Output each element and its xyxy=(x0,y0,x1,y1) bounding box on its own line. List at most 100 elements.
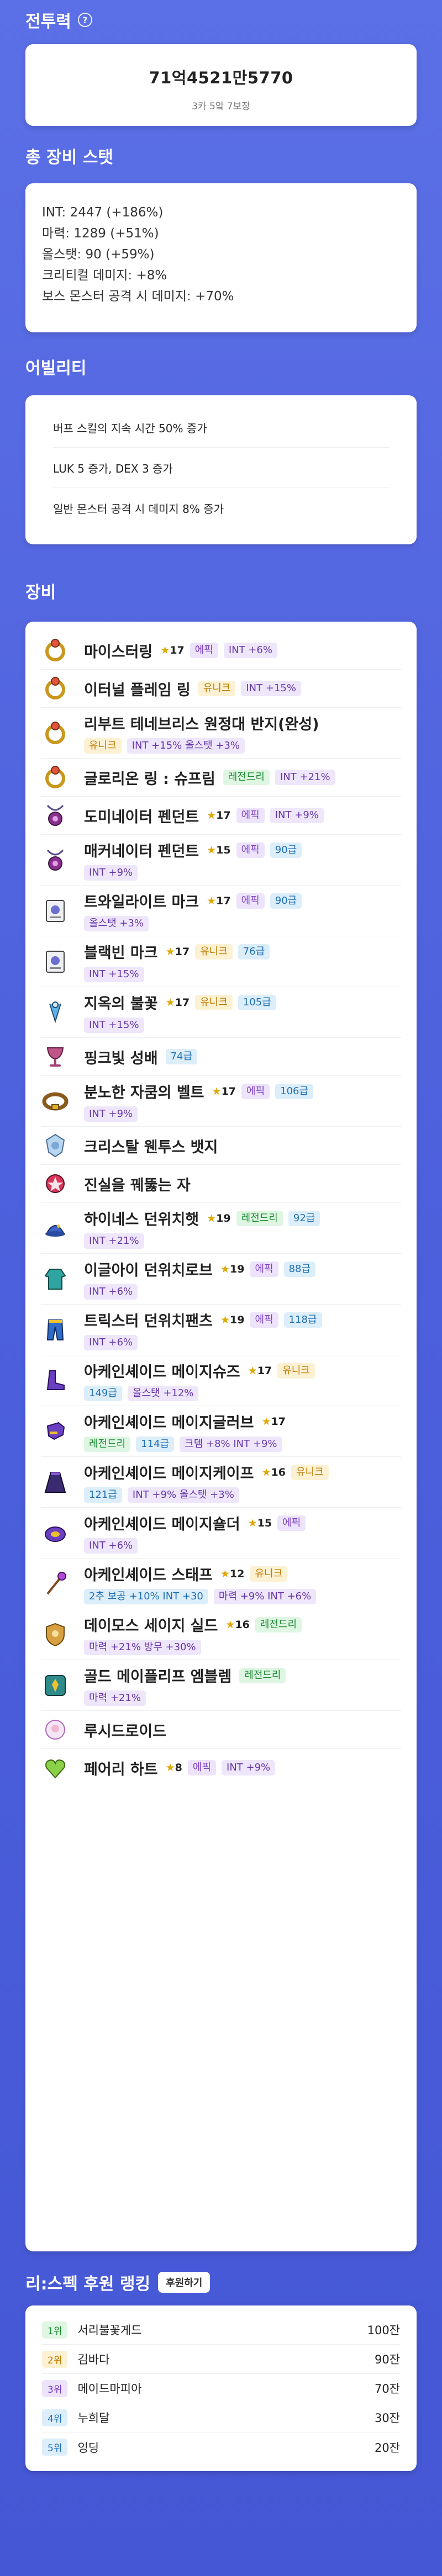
equipment-tag: INT +6% xyxy=(84,1538,138,1554)
equipment-name: 도미네이터 펜던트 xyxy=(84,808,199,826)
equipment-info: 크리스탈 웬투스 뱃지 xyxy=(84,1135,401,1157)
equipment-row[interactable]: 이터널 플레임 링 유니크 INT +15% xyxy=(41,670,401,708)
equipment-tag: INT +6% xyxy=(84,1284,138,1300)
equipment-row[interactable]: 페어리 하트 ★8 에픽 INT +9% xyxy=(41,1749,401,1787)
equipment-tag: 마력 +21% 방무 +30% xyxy=(84,1640,201,1655)
mark-icon xyxy=(41,897,70,925)
equipment-tag: 유니크 xyxy=(195,944,233,960)
equipment-line: 크리스탈 웬투스 뱃지 xyxy=(84,1135,401,1157)
stats-title: 총 장비 스탯 xyxy=(25,148,113,167)
equipment-name: 골드 메이플리프 엠블렘 xyxy=(84,1668,232,1685)
rank-amount: 100잔 xyxy=(367,2324,400,2337)
equipment-line: 리부트 테네브리스 원정대 반지(완성) xyxy=(84,712,401,734)
equipment-row[interactable]: 분노한 자쿰의 벨트 ★17 에픽 106급 INT +9% xyxy=(41,1076,401,1127)
equipment-name: 아케인셰이드 메이지케이프 xyxy=(84,1465,254,1482)
starforce: ★12 xyxy=(220,1568,245,1580)
equipment-row[interactable]: 아케인셰이드 메이지케이프 ★16 유니크 121급 INT +9% 올스탯 +3% xyxy=(41,1457,401,1508)
star-value: 17 xyxy=(175,945,190,958)
equipment-row[interactable]: 리부트 테네브리스 원정대 반지(완성) 유니크 INT +15% 올스탯 +3% xyxy=(41,708,401,759)
equipment-row[interactable]: 하이네스 던위치햇 ★19 레전드리 92급 INT +21% xyxy=(41,1203,401,1254)
equipment-line: 마력 +21% 방무 +30% xyxy=(84,1640,401,1655)
equipment-line: 2추 보공 +10% INT +30 마력 +9% INT +6% xyxy=(84,1589,401,1604)
equipment-row[interactable]: 트와일라이트 마크 ★17 에픽 90급 올스탯 +3% xyxy=(41,886,401,936)
ability-line: 일반 몬스터 공격 시 데미지 8% 증가 xyxy=(53,502,224,516)
equipment-row[interactable]: 매커네이터 펜던트 ★15 에픽 90급 INT +9% xyxy=(41,835,401,886)
equipment-line: INT +15% xyxy=(84,967,401,982)
help-icon[interactable]: ? xyxy=(77,13,92,27)
equipment-tag: INT +9% xyxy=(84,1106,138,1122)
star-icon: ★ xyxy=(207,894,217,907)
stat-line: 마력: 1289 (+51%) xyxy=(42,226,159,241)
star-value: 19 xyxy=(230,1313,245,1326)
equipment-name: 하이네스 던위치햇 xyxy=(84,1211,199,1228)
equipment-tag: INT +21% xyxy=(275,770,335,785)
pendant-icon xyxy=(41,846,70,874)
equipment-line: 분노한 자쿰의 벨트 ★17 에픽 106급 xyxy=(84,1080,401,1102)
equipment-tag: 에픽 xyxy=(250,1261,278,1277)
equipment-line: 레전드리 114급 크뎀 +8% INT +9% xyxy=(84,1437,401,1452)
equipment-row[interactable]: 마이스터링 ★17 에픽 INT +6% xyxy=(41,632,401,670)
equipment-line: 루시드로이드 xyxy=(84,1719,401,1741)
equipment-row[interactable]: 골드 메이플리프 엠블렘 레전드리 마력 +21% xyxy=(41,1660,401,1711)
equipment-line: 하이네스 던위치햇 ★19 레전드리 92급 xyxy=(84,1207,401,1229)
equipment-line: 아케인셰이드 스태프 ★12 유니크 xyxy=(84,1563,401,1584)
equipment-tag: 레전드리 xyxy=(84,1437,131,1452)
equipment-tag: 90급 xyxy=(270,842,302,858)
equipment-row[interactable]: 트릭스터 던위치팬츠 ★19 에픽 118급 INT +6% xyxy=(41,1305,401,1355)
star-value: 16 xyxy=(235,1618,250,1631)
support-button[interactable]: 후원하기 xyxy=(158,2272,211,2293)
equipment-row[interactable]: 도미네이터 펜던트 ★17 에픽 INT +9% xyxy=(41,797,401,835)
equipment-info: 핑크빛 성배 74급 xyxy=(84,1046,401,1068)
equipment-line: 핑크빛 성배 74급 xyxy=(84,1046,401,1068)
ability-section: 어빌리티 버프 스킬의 지속 시간 50% 증가 LUK 5 증가, DEX 3… xyxy=(25,354,417,544)
equipment-row[interactable]: 아케인셰이드 메이지숄더 ★15 에픽 INT +6% xyxy=(41,1508,401,1559)
equipment-row[interactable]: 루시드로이드 xyxy=(41,1711,401,1749)
equipment-info: 아케인셰이드 메이지숄더 ★15 에픽 INT +6% xyxy=(84,1512,401,1554)
equipment-line: 페어리 하트 ★8 에픽 INT +9% xyxy=(84,1757,401,1779)
equipment-row[interactable]: 아케인셰이드 스태프 ★12 유니크 2추 보공 +10% INT +30 마력 +9%… xyxy=(41,1559,401,1609)
star-icon: ★ xyxy=(207,844,217,856)
equipment-row[interactable]: 데이모스 세이지 실드 ★16 레전드리 마력 +21% 방무 +30% xyxy=(41,1609,401,1660)
belt-icon xyxy=(41,1087,70,1116)
equipment-info: 아케인셰이드 메이지슈즈 ★17 유니크 149급 올스탯 +12% xyxy=(84,1360,401,1401)
equipment-tag: 에픽 xyxy=(236,842,265,858)
hat-icon xyxy=(41,1214,70,1243)
equipment-title: 장비 xyxy=(25,583,56,602)
equipment-row[interactable]: 크리스탈 웬투스 뱃지 xyxy=(41,1127,401,1165)
equipment-row[interactable]: 이글아이 던위치로브 ★19 에픽 88급 INT +6% xyxy=(41,1254,401,1305)
equipment-tag: 92급 xyxy=(288,1210,320,1226)
equipment-row[interactable]: 핑크빛 성배 74급 xyxy=(41,1038,401,1076)
equipment-line: 마력 +21% xyxy=(84,1690,401,1706)
equipment-name: 글로리온 링 : 슈프림 xyxy=(84,770,215,788)
equipment-name: 이글아이 던위치로브 xyxy=(84,1262,213,1279)
equipment-row[interactable]: 아케인셰이드 메이지슈즈 ★17 유니크 149급 올스탯 +12% xyxy=(41,1355,401,1406)
star-value: 8 xyxy=(175,1762,182,1774)
equipment-row[interactable]: 지옥의 불꽃 ★17 유니크 105급 INT +15% xyxy=(41,987,401,1038)
equipment-row[interactable]: 아케인셰이드 메이지글러브 ★17 레전드리 114급 크뎀 +8% INT +9% xyxy=(41,1406,401,1457)
stat-line: INT: 2447 (+186%) xyxy=(42,205,164,220)
mark-icon xyxy=(41,947,70,976)
equipment-line: INT +6% xyxy=(84,1335,401,1350)
ranking-row: 4위 누희달 30잔 xyxy=(42,2403,400,2432)
star-value: 17 xyxy=(271,1415,286,1428)
shoulder-icon xyxy=(41,1519,70,1547)
equipment-line: 트릭스터 던위치팬츠 ★19 에픽 118급 xyxy=(84,1309,401,1331)
equipment-row[interactable]: 글로리온 링 : 슈프림 레전드리 INT +21% xyxy=(41,759,401,797)
chalice-icon xyxy=(41,1042,70,1071)
equipment-tag: INT +6% xyxy=(84,1335,138,1350)
equipment-info: 진실을 꿰뚫는 자 xyxy=(84,1173,401,1195)
equipment-name: 매커네이터 펜던트 xyxy=(84,843,199,860)
equipment-row[interactable]: 진실을 꿰뚫는 자 xyxy=(41,1165,401,1203)
star-value: 19 xyxy=(216,1212,231,1225)
equipment-info: 트릭스터 던위치팬츠 ★19 에픽 118급 INT +6% xyxy=(84,1309,401,1350)
ability-line: LUK 5 증가, DEX 3 증가 xyxy=(53,448,389,488)
equipment-tag: 76급 xyxy=(238,944,270,960)
equipment-line: 올스탯 +3% xyxy=(84,916,401,931)
ability-title: 어빌리티 xyxy=(25,359,87,378)
equipment-row[interactable]: 블랙빈 마크 ★17 유니크 76급 INT +15% xyxy=(41,936,401,987)
ranking-header: 리:스펙 후원 랭킹 후원하기 xyxy=(25,2270,417,2294)
equipment-tag: 레전드리 xyxy=(236,1210,283,1226)
rank-badge: 3위 xyxy=(42,2379,68,2397)
equipment-name: 페어리 하트 xyxy=(84,1761,158,1778)
rank-name: 메이드마피아 xyxy=(77,2382,142,2395)
